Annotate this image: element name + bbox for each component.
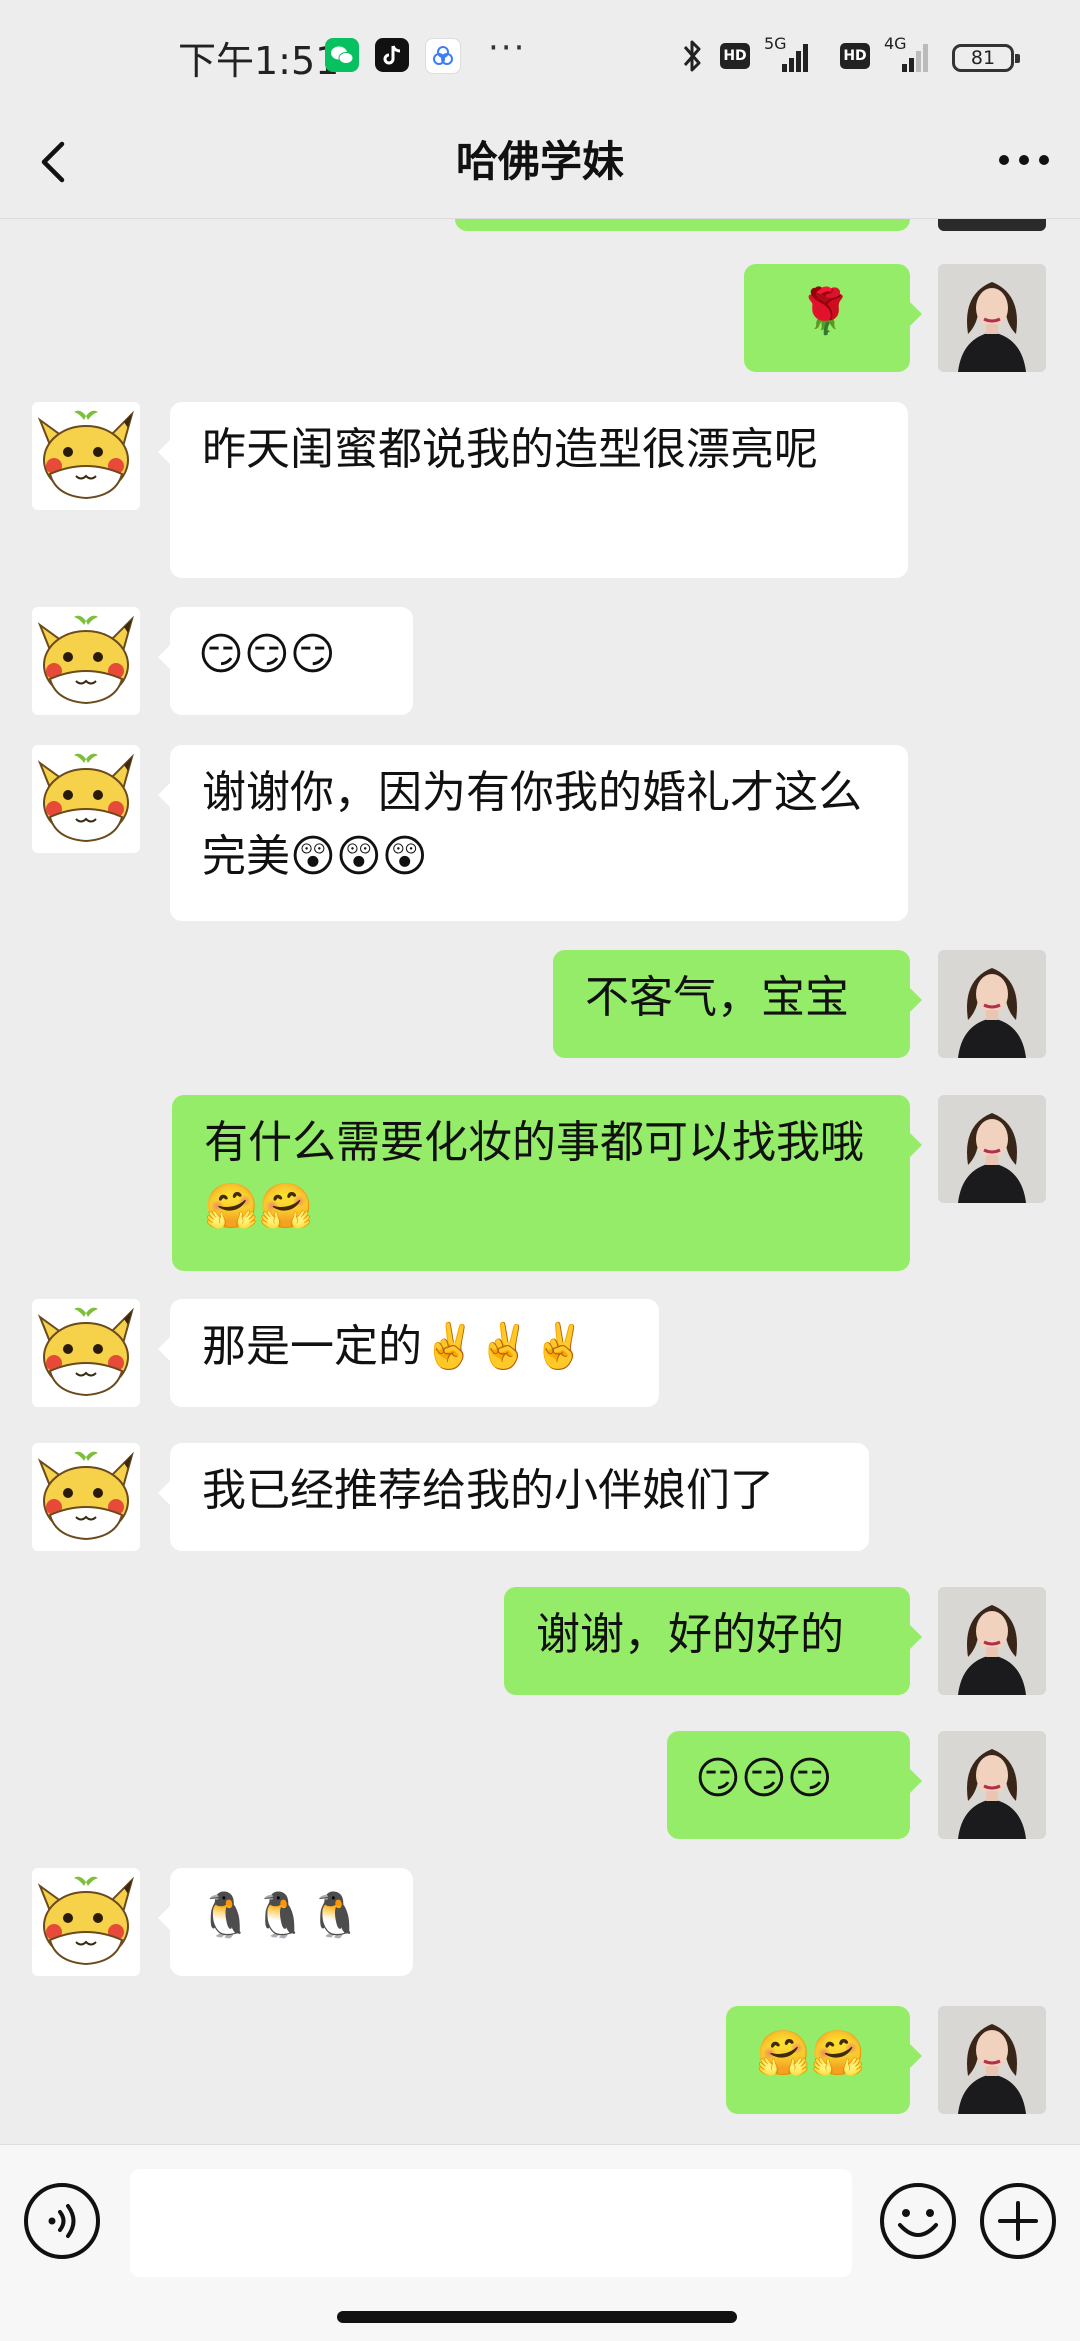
status-bar: 下午1:51 ··· HD 5G HD 4G 81 bbox=[0, 0, 1080, 110]
emoji-icon[interactable] bbox=[878, 2181, 958, 2261]
message-input[interactable] bbox=[130, 2169, 852, 2277]
more-notifications-icon: ··· bbox=[488, 28, 527, 68]
self-avatar-partial[interactable] bbox=[938, 219, 1046, 231]
self-avatar[interactable] bbox=[938, 950, 1046, 1058]
tiktok-notification-icon bbox=[375, 38, 409, 72]
woman-portrait-image bbox=[938, 1731, 1046, 1839]
message-bubble[interactable]: 谢谢你，因为有你我的婚礼才这么完美😲😲😲 bbox=[158, 745, 908, 921]
voice-icon[interactable] bbox=[22, 2181, 102, 2261]
self-avatar[interactable] bbox=[938, 1731, 1046, 1839]
more-options-button[interactable] bbox=[994, 140, 1054, 180]
battery-level: 81 bbox=[970, 47, 996, 69]
plus-icon[interactable] bbox=[978, 2181, 1058, 2261]
contact-avatar[interactable] bbox=[32, 1868, 140, 1976]
signal-icon bbox=[782, 44, 808, 72]
chat-title: 哈佛学妹 bbox=[455, 137, 624, 186]
contact-avatar[interactable] bbox=[32, 607, 140, 715]
contact-avatar[interactable] bbox=[32, 1299, 140, 1407]
pikachu-avatar-image bbox=[32, 607, 140, 715]
woman-portrait-image bbox=[938, 950, 1046, 1058]
self-avatar[interactable] bbox=[938, 264, 1046, 372]
battery-icon: 81 bbox=[952, 44, 1020, 72]
contact-avatar[interactable] bbox=[32, 402, 140, 510]
message-bubble[interactable]: 🐧🐧🐧 bbox=[158, 1868, 413, 1976]
message-bubble[interactable]: 🌹 bbox=[744, 264, 922, 372]
message-bubble-partial[interactable] bbox=[455, 219, 910, 231]
pikachu-avatar-image bbox=[32, 1299, 140, 1407]
hd-badge: HD bbox=[720, 43, 750, 69]
message-bubble[interactable]: 🤗🤗 bbox=[726, 2006, 922, 2114]
home-indicator[interactable] bbox=[337, 2311, 737, 2323]
pikachu-avatar-image bbox=[32, 1443, 140, 1551]
message-bubble[interactable]: 谢谢，好的好的 bbox=[504, 1587, 922, 1695]
cloud-notification-icon bbox=[425, 38, 461, 74]
message-bubble[interactable]: 昨天闺蜜都说我的造型很漂亮呢 bbox=[158, 402, 908, 578]
message-list[interactable]: 🌹 昨天闺蜜都说我的造型很漂亮呢 😏😏😏 谢谢你，因为有你我的婚礼才这么完美😲😲… bbox=[0, 219, 1080, 2144]
message-bubble[interactable]: 😏😏😏 bbox=[667, 1731, 922, 1839]
woman-portrait-image bbox=[938, 1587, 1046, 1695]
bluetooth-icon bbox=[683, 40, 701, 72]
chat-header: 哈佛学妹 bbox=[0, 110, 1080, 219]
contact-avatar[interactable] bbox=[32, 1443, 140, 1551]
contact-avatar[interactable] bbox=[32, 745, 140, 853]
message-bubble[interactable]: 有什么需要化妆的事都可以找我哦🤗🤗 bbox=[172, 1095, 922, 1271]
self-avatar[interactable] bbox=[938, 2006, 1046, 2114]
message-bubble[interactable]: 不客气，宝宝 bbox=[553, 950, 922, 1058]
pikachu-avatar-image bbox=[32, 745, 140, 853]
woman-portrait-image bbox=[938, 264, 1046, 372]
signal-icon bbox=[902, 44, 928, 72]
self-avatar[interactable] bbox=[938, 1587, 1046, 1695]
woman-portrait-image bbox=[938, 1095, 1046, 1203]
message-bubble[interactable]: 😏😏😏 bbox=[158, 607, 413, 715]
hd-badge: HD bbox=[840, 43, 870, 69]
message-bubble[interactable]: 那是一定的✌️✌️✌️ bbox=[158, 1299, 659, 1407]
pikachu-avatar-image bbox=[32, 1868, 140, 1976]
status-time: 下午1:51 bbox=[178, 39, 340, 83]
woman-portrait-image bbox=[938, 2006, 1046, 2114]
pikachu-avatar-image bbox=[32, 402, 140, 510]
message-bubble[interactable]: 我已经推荐给我的小伴娘们了 bbox=[158, 1443, 869, 1551]
wechat-notification-icon bbox=[325, 38, 359, 72]
self-avatar[interactable] bbox=[938, 1095, 1046, 1203]
chat-input-bar bbox=[0, 2144, 1080, 2341]
